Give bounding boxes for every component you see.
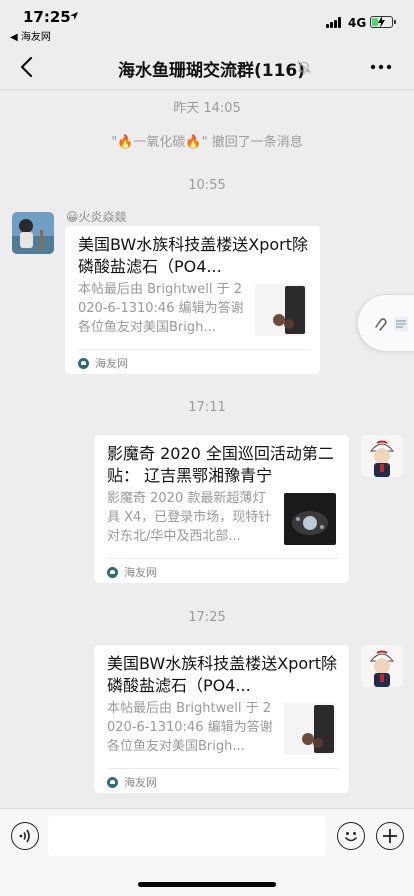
emoji-button[interactable] (337, 822, 365, 850)
status-bar: 17:25 ◀ 海友网 4G (0, 0, 414, 44)
product-image-icon (284, 703, 336, 755)
card-title: 影魔奇 2020 全国巡回活动第二贴： 辽吉黑鄂湘豫青宁 (107, 444, 334, 485)
signal-icon (326, 17, 343, 28)
avatar-cartoon-icon (361, 645, 403, 687)
avatar-cartoon-icon (361, 435, 403, 477)
timestamp-1: 10:55 (188, 178, 226, 193)
more-options-icon[interactable] (370, 62, 392, 72)
source-name: 海友网 (124, 566, 157, 579)
link-card[interactable]: 影魔奇 2020 全国巡回活动第二贴： 辽吉黑鄂湘豫青宁 影魔奇 2020 款最… (94, 435, 349, 583)
timestamp-yesterday: 昨天 14:05 (173, 101, 241, 116)
source-logo-icon (107, 776, 118, 788)
chat-title: 海水鱼珊瑚交流群(116) (118, 61, 306, 81)
link-card[interactable]: 美国BW水族科技盖楼送Xport除磷酸盐滤石（PO4... 本帖最后由 Brig… (65, 226, 320, 374)
smiley-icon (344, 832, 358, 842)
source-name: 海友网 (95, 357, 128, 370)
source-logo-icon (78, 357, 89, 369)
charging-bolt-icon (378, 16, 385, 28)
card-thumbnail (284, 703, 336, 755)
source-name: 海友网 (124, 776, 157, 789)
card-thumbnail (284, 493, 336, 545)
card-divider (107, 768, 339, 769)
mute-bell-icon (297, 60, 311, 74)
input-bar (0, 808, 414, 896)
battery-icon (370, 16, 396, 28)
floating-article-icon (375, 317, 408, 331)
card-description: 本帖最后由 Brightwell 于 2020-6-1310:46 编辑为答谢各… (78, 282, 244, 335)
avatar-photo-icon (12, 212, 54, 254)
card-source: 海友网 (107, 773, 157, 791)
back-to-app-link[interactable]: ◀ 海友网 (10, 28, 51, 43)
more-functions-button[interactable] (376, 822, 404, 850)
card-title: 美国BW水族科技盖楼送Xport除磷酸盐滤石（PO4... (107, 654, 337, 695)
sender-name: 😀火炎焱燚 (66, 210, 127, 224)
back-chevron-icon[interactable] (16, 54, 40, 80)
card-thumbnail (255, 284, 307, 336)
card-source: 海友网 (107, 563, 157, 581)
location-arrow-icon (70, 12, 78, 20)
source-logo-icon (107, 566, 118, 578)
card-description: 影魔奇 2020 款最新超薄灯具 X4，已登录市场，现特针对东北/华中及西北部.… (107, 491, 272, 544)
product-image-icon (255, 284, 307, 336)
timestamp-2: 17:11 (188, 400, 226, 415)
voice-wave-icon (19, 829, 30, 843)
voice-button[interactable] (11, 822, 39, 850)
status-time: 17:25 (23, 8, 71, 26)
card-title: 美国BW水族科技盖楼送Xport除磷酸盐滤石（PO4... (78, 235, 308, 276)
floating-window-pill[interactable] (357, 294, 414, 352)
nav-divider (0, 89, 414, 90)
network-type-label: 4G (348, 16, 367, 30)
avatar-self[interactable] (361, 435, 403, 477)
nav-bar: 海水鱼珊瑚交流群(116) (0, 44, 414, 90)
aquarium-light-image-icon (284, 493, 336, 545)
card-divider (78, 349, 310, 350)
plus-icon (383, 829, 397, 843)
message-input[interactable] (48, 816, 326, 856)
card-description: 本帖最后由 Brightwell 于 2020-6-1310:46 编辑为答谢各… (107, 701, 273, 754)
link-card[interactable]: 美国BW水族科技盖楼送Xport除磷酸盐滤石（PO4... 本帖最后由 Brig… (94, 645, 349, 793)
home-indicator (138, 882, 276, 887)
timestamp-3: 17:25 (188, 610, 226, 625)
recall-notice: "🔥一氧化碳🔥" 撤回了一条消息 (111, 135, 303, 150)
avatar-sender[interactable] (12, 212, 54, 254)
card-divider (107, 558, 339, 559)
avatar-self[interactable] (361, 645, 403, 687)
card-source: 海友网 (78, 354, 128, 372)
